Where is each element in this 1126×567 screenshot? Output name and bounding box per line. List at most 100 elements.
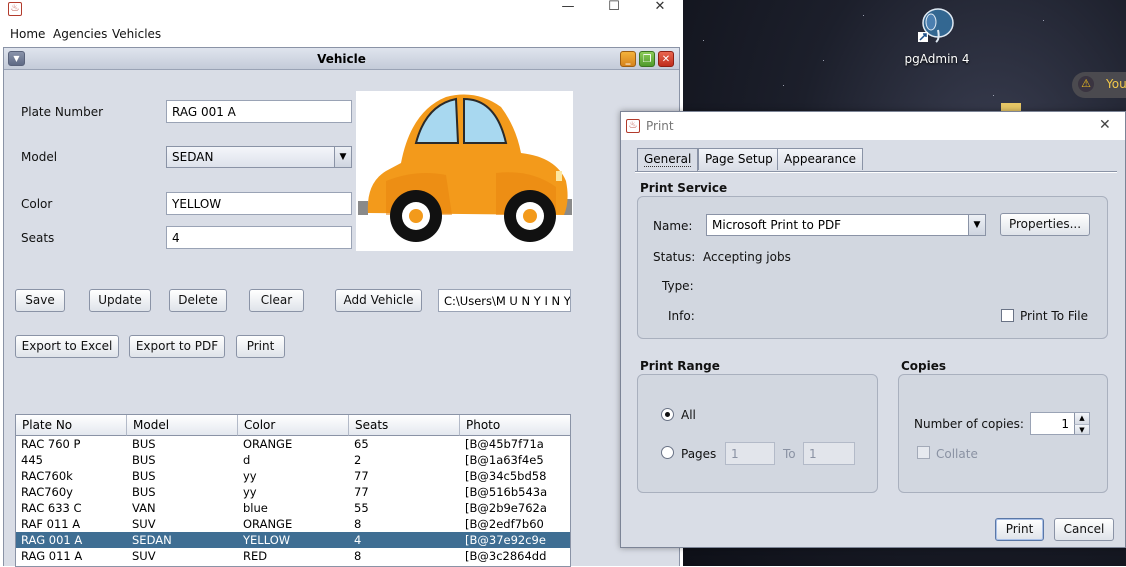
- table-row-selected[interactable]: RAG 001 A SEDAN YELLOW 4 [B@37e92c9e: [16, 532, 570, 548]
- color-field[interactable]: YELLOW: [166, 192, 352, 215]
- vehicles-table[interactable]: Plate No Model Color Seats Photo RAC 760…: [15, 414, 571, 567]
- collate-label[interactable]: Collate: [936, 447, 978, 461]
- seats-field[interactable]: 4: [166, 226, 352, 249]
- export-excel-button[interactable]: Export to Excel: [15, 335, 119, 358]
- tab-general-label: General: [644, 152, 692, 167]
- chevron-down-icon[interactable]: ▼: [334, 147, 351, 167]
- menubar: Home Agencies Vehicles: [0, 24, 683, 45]
- table-cell: [B@516b543a: [465, 485, 548, 499]
- table-cell: [B@34c5bd58: [465, 469, 547, 483]
- java-cup-icon: ♨: [626, 119, 640, 133]
- minimize-icon[interactable]: —: [545, 0, 591, 16]
- tab-appearance[interactable]: Appearance: [777, 148, 864, 170]
- table-row[interactable]: RAC760y BUS yy 77 [B@516b543a: [16, 484, 570, 500]
- save-button[interactable]: Save: [15, 289, 65, 312]
- column-header-color[interactable]: Color: [238, 415, 349, 436]
- export-pdf-button[interactable]: Export to PDF: [129, 335, 225, 358]
- photo-path-field[interactable]: C:\Users\M U N Y I N Y: [438, 289, 571, 312]
- column-header-seats[interactable]: Seats: [349, 415, 460, 436]
- page-to-field[interactable]: 1: [803, 442, 855, 465]
- all-pages-radio[interactable]: [661, 408, 674, 421]
- table-row[interactable]: RAC760k BUS yy 77 [B@34c5bd58: [16, 468, 570, 484]
- status-label: Status:: [653, 250, 696, 264]
- model-select-value: SEDAN: [172, 150, 214, 164]
- menu-home[interactable]: Home: [10, 27, 45, 41]
- spinner-up-icon[interactable]: ▲: [1074, 413, 1089, 424]
- shield-icon: ⚠: [1078, 76, 1094, 92]
- print-dialog-title: Print: [646, 119, 674, 133]
- table-cell: BUS: [132, 485, 156, 499]
- copies-group: Number of copies: 1 ▲ ▼ Collate: [898, 374, 1108, 493]
- properties-button[interactable]: Properties...: [1000, 213, 1090, 236]
- table-cell: [B@45b7f71a: [465, 437, 544, 451]
- page-range-radio[interactable]: [661, 446, 674, 459]
- update-button[interactable]: Update: [89, 289, 151, 312]
- table-cell: [B@2edf7b60: [465, 517, 544, 531]
- pgadmin-desktop-icon[interactable]: pgAdmin 4: [898, 6, 976, 66]
- tab-page-setup[interactable]: Page Setup: [698, 148, 780, 170]
- vehicle-titlebar[interactable]: ▼ Vehicle _ ❐ ✕: [4, 48, 679, 70]
- tab-general[interactable]: General: [637, 148, 699, 171]
- menu-agencies[interactable]: Agencies: [53, 27, 107, 41]
- table-row[interactable]: RAG 011 A SUV RED 8 [B@3c2864dd: [16, 548, 570, 564]
- table-row[interactable]: RAF 011 A SUV ORANGE 8 [B@2edf7b60: [16, 516, 570, 532]
- info-label: Info:: [668, 309, 695, 323]
- spinner-down-icon[interactable]: ▼: [1074, 424, 1089, 434]
- delete-button[interactable]: Delete: [169, 289, 227, 312]
- plate-number-field[interactable]: RAG 001 A: [166, 100, 352, 123]
- name-label: Name:: [653, 219, 693, 233]
- print-to-file-label[interactable]: Print To File: [1020, 309, 1088, 323]
- table-cell: 8: [354, 549, 362, 563]
- table-cell: RAC 760 P: [21, 437, 81, 451]
- number-of-copies-label: Number of copies:: [914, 417, 1024, 431]
- table-row[interactable]: RAC 633 C VAN blue 55 [B@2b9e762a: [16, 500, 570, 516]
- all-pages-label[interactable]: All: [681, 408, 696, 422]
- table-row[interactable]: 445 BUS d 2 [B@1a63f4e5: [16, 452, 570, 468]
- table-cell: yy: [243, 469, 257, 483]
- table-cell: ORANGE: [243, 437, 293, 451]
- table-cell: BUS: [132, 469, 156, 483]
- printer-name-select[interactable]: Microsoft Print to PDF ▼: [706, 214, 986, 236]
- close-icon[interactable]: ✕: [637, 0, 683, 16]
- column-header-photo[interactable]: Photo: [460, 415, 570, 436]
- car-image: [358, 94, 572, 242]
- table-cell: RAG 011 A: [21, 549, 83, 563]
- table-row[interactable]: RAC 760 P BUS ORANGE 65 [B@45b7f71a: [16, 436, 570, 452]
- clear-button[interactable]: Clear: [249, 289, 304, 312]
- add-vehicle-button[interactable]: Add Vehicle: [335, 289, 422, 312]
- close-icon[interactable]: ✕: [1099, 117, 1111, 133]
- print-dialog-titlebar[interactable]: ♨ Print ✕: [621, 112, 1125, 140]
- page-range-label[interactable]: Pages: [681, 447, 716, 461]
- table-cell: ORANGE: [243, 517, 293, 531]
- seats-label: Seats: [21, 231, 55, 245]
- collate-checkbox[interactable]: [917, 446, 930, 459]
- vehicle-internal-frame: ▼ Vehicle _ ❐ ✕ Plate Number RAG 001 A M…: [3, 47, 680, 567]
- page-from-field[interactable]: 1: [725, 442, 775, 465]
- model-label: Model: [21, 150, 58, 164]
- elephant-icon: [918, 8, 954, 43]
- column-header-model[interactable]: Model: [127, 415, 238, 436]
- table-cell: RED: [243, 549, 268, 563]
- close-frame-icon[interactable]: ✕: [658, 51, 674, 67]
- table-cell: RAF 011 A: [21, 517, 81, 531]
- java-cup-icon: ♨: [8, 2, 22, 16]
- notification-badge[interactable]: ⚠ You: [1072, 72, 1126, 98]
- cancel-button[interactable]: Cancel: [1054, 518, 1114, 541]
- iconify-icon[interactable]: _: [620, 51, 636, 67]
- main-app-window: ♨ — ☐ ✕ Home Agencies Vehicles ▼ Vehicle…: [0, 0, 683, 567]
- maximize-frame-icon[interactable]: ❐: [639, 51, 655, 67]
- maximize-icon[interactable]: ☐: [591, 0, 637, 16]
- table-cell: YELLOW: [243, 533, 291, 547]
- column-header-plate[interactable]: Plate No: [16, 415, 127, 436]
- print-to-file-checkbox[interactable]: [1001, 309, 1014, 322]
- printer-name-value: Microsoft Print to PDF: [712, 218, 842, 232]
- model-select[interactable]: SEDAN ▼: [166, 146, 352, 168]
- table-cell: 55: [354, 501, 369, 515]
- print-confirm-button[interactable]: Print: [995, 518, 1044, 541]
- color-label: Color: [21, 197, 53, 211]
- chevron-down-icon[interactable]: ▼: [968, 215, 985, 235]
- plate-number-label: Plate Number: [21, 105, 104, 119]
- table-cell: blue: [243, 501, 268, 515]
- menu-vehicles[interactable]: Vehicles: [112, 27, 161, 41]
- print-button[interactable]: Print: [236, 335, 285, 358]
